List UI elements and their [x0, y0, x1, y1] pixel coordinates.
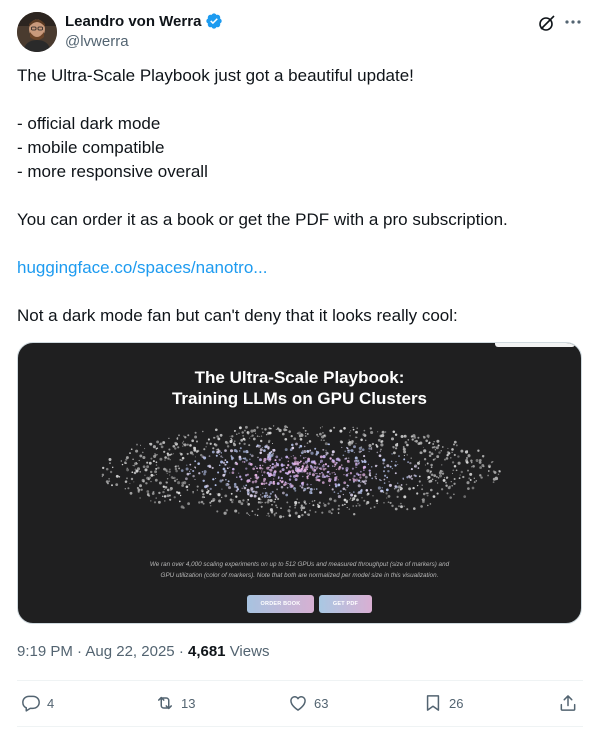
playbook-link[interactable]: huggingface.co/spaces/nanotro... — [17, 258, 267, 277]
caption-line: We ran over 4,000 scaling experiments on… — [149, 561, 450, 568]
tweet-date[interactable]: Aug 22, 2025 — [85, 643, 174, 660]
action-bar: 4 13 63 26 — [17, 693, 583, 717]
tweet-line: You can order it as a book or get the PD… — [17, 210, 508, 229]
media-title-line: The Ultra-Scale Playbook: — [194, 368, 405, 387]
verified-badge-icon — [205, 12, 223, 30]
author-handle[interactable]: @lvwerra — [65, 33, 129, 50]
scatter-galaxy-visualization — [101, 425, 501, 519]
bookmark-button[interactable]: 26 — [423, 693, 463, 713]
meta-separator: · — [178, 643, 184, 660]
media-caption: We ran over 4,000 scaling experiments on… — [18, 559, 581, 581]
repost-button[interactable]: 13 — [155, 693, 195, 713]
more-options-icon[interactable] — [563, 12, 583, 32]
reply-count: 4 — [47, 695, 55, 711]
bullet-item: - official dark mode — [17, 114, 161, 133]
bullet-item: - mobile compatible — [17, 138, 165, 157]
tweet: Leandro von Werra @lvwerra The Ultra-Sca… — [17, 0, 583, 729]
heart-icon — [290, 696, 306, 711]
avatar[interactable] — [17, 12, 57, 52]
tweet-time[interactable]: 9:19 PM — [17, 643, 73, 660]
get-pdf-button[interactable]: GET PDF — [319, 595, 372, 613]
media-title: The Ultra-Scale Playbook: Training LLMs … — [18, 367, 581, 409]
media-title-line: Training LLMs on GPU Clusters — [171, 389, 428, 408]
tweet-meta: 9:19 PM · Aug 22, 2025 · 4,681 Views — [17, 643, 269, 660]
divider — [17, 726, 583, 727]
divider — [17, 680, 583, 681]
share-icon — [560, 695, 576, 711]
views-count: 4,681 — [187, 643, 226, 660]
repost-icon — [158, 696, 172, 710]
author-name-text[interactable]: Leandro von Werra — [65, 13, 201, 30]
bullet-item: - more responsive overall — [17, 162, 208, 181]
order-book-button[interactable]: ORDER BOOK — [247, 595, 314, 613]
grok-icon[interactable] — [537, 13, 557, 33]
tweet-line: Not a dark mode fan but can't deny that … — [17, 306, 458, 325]
tweet-text: The Ultra-Scale Playbook just got a beau… — [17, 64, 583, 328]
like-count: 63 — [314, 695, 329, 711]
meta-separator: · — [77, 643, 83, 660]
reply-icon — [22, 695, 40, 712]
like-button[interactable]: 63 — [288, 693, 328, 713]
repost-count: 13 — [181, 695, 196, 711]
share-button[interactable] — [558, 693, 578, 713]
caption-line: GPU utilization (color of markers). Note… — [160, 572, 439, 579]
reply-button[interactable]: 4 — [21, 693, 54, 713]
media-image[interactable]: The Ultra-Scale Playbook: Training LLMs … — [17, 342, 582, 624]
bookmark-count: 26 — [449, 695, 464, 711]
views-label: Views — [229, 643, 270, 660]
media-corner-tab — [495, 343, 575, 347]
tweet-line: The Ultra-Scale Playbook just got a beau… — [17, 66, 414, 85]
bookmark-icon — [426, 695, 440, 711]
author-name[interactable]: Leandro von Werra — [65, 12, 223, 30]
